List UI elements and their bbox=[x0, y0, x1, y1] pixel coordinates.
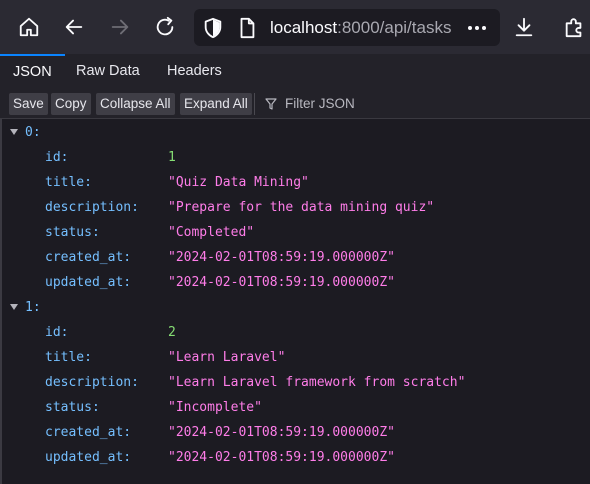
json-value: "Incomplete" bbox=[168, 400, 262, 415]
json-key: status: bbox=[45, 400, 100, 415]
json-value: "2024-02-01T08:59:19.000000Z" bbox=[168, 425, 395, 440]
json-value: 1 bbox=[168, 150, 176, 165]
json-key: title: bbox=[45, 350, 92, 365]
tree-row[interactable]: id: 2 bbox=[0, 320, 590, 345]
tree-row-index-1[interactable]: 1: bbox=[0, 295, 590, 320]
json-value: "Learn Laravel framework from scratch" bbox=[168, 375, 466, 390]
json-key: id: bbox=[45, 325, 69, 340]
tree-row[interactable]: description: "Prepare for the data minin… bbox=[0, 195, 590, 220]
json-key: description: bbox=[45, 375, 139, 390]
tree-row[interactable]: created_at: "2024-02-01T08:59:19.000000Z… bbox=[0, 420, 590, 445]
browser-toolbar: localhost:8000/api/tasks bbox=[0, 0, 590, 54]
downloads-button[interactable] bbox=[506, 9, 542, 45]
json-key: id: bbox=[45, 150, 69, 165]
tree-row[interactable]: status: "Completed" bbox=[0, 220, 590, 245]
shield-icon[interactable] bbox=[202, 17, 224, 39]
array-index: 0: bbox=[25, 125, 41, 140]
tree-row[interactable]: id: 1 bbox=[0, 145, 590, 170]
json-value: "Learn Laravel" bbox=[168, 350, 286, 365]
json-tree: 0: id: 1 title: "Quiz Data Mining" descr… bbox=[0, 119, 590, 484]
arrow-left-icon bbox=[65, 19, 83, 35]
tree-row-index-0[interactable]: 0: bbox=[0, 120, 590, 145]
arrow-right-icon bbox=[111, 19, 129, 35]
json-key: description: bbox=[45, 200, 139, 215]
collapse-all-button[interactable]: Collapse All bbox=[96, 93, 175, 115]
json-value: "Completed" bbox=[168, 225, 255, 240]
expand-toggle-icon[interactable] bbox=[10, 129, 18, 135]
page-icon[interactable] bbox=[236, 17, 258, 39]
array-index: 1: bbox=[25, 300, 41, 315]
json-key: created_at: bbox=[45, 425, 132, 440]
tab-headers[interactable]: Headers bbox=[154, 54, 235, 90]
viewer-tabs: JSON Raw Data Headers bbox=[0, 54, 590, 91]
download-icon bbox=[515, 17, 533, 37]
url-path: :8000/api/tasks bbox=[337, 18, 452, 37]
json-value: "Prepare for the data mining quiz" bbox=[168, 200, 435, 215]
url-host: localhost bbox=[270, 18, 338, 37]
json-key: updated_at: bbox=[45, 450, 132, 465]
tree-row[interactable]: status: "Incomplete" bbox=[0, 395, 590, 420]
save-button[interactable]: Save bbox=[9, 93, 48, 115]
puzzle-icon bbox=[565, 18, 582, 38]
reload-icon bbox=[156, 16, 174, 36]
filter-json-input[interactable]: Filter JSON bbox=[254, 93, 355, 115]
json-value: "2024-02-01T08:59:19.000000Z" bbox=[168, 275, 395, 290]
json-action-bar: Save Copy Collapse All Expand All Filter… bbox=[0, 90, 590, 119]
tree-row[interactable]: title: "Learn Laravel" bbox=[0, 345, 590, 370]
more-actions-icon[interactable] bbox=[464, 15, 490, 41]
tree-row[interactable]: title: "Quiz Data Mining" bbox=[0, 170, 590, 195]
expand-all-button[interactable]: Expand All bbox=[180, 93, 252, 115]
extensions-button[interactable] bbox=[556, 9, 590, 45]
back-button[interactable] bbox=[56, 9, 92, 45]
tab-json[interactable]: JSON bbox=[0, 54, 65, 90]
tree-row[interactable]: updated_at: "2024-02-01T08:59:19.000000Z… bbox=[0, 445, 590, 470]
copy-button[interactable]: Copy bbox=[51, 93, 91, 115]
tab-raw-data[interactable]: Raw Data bbox=[63, 54, 153, 90]
json-value: "2024-02-01T08:59:19.000000Z" bbox=[168, 450, 395, 465]
home-icon bbox=[19, 17, 39, 37]
json-key: status: bbox=[45, 225, 100, 240]
json-key: updated_at: bbox=[45, 275, 132, 290]
json-key: created_at: bbox=[45, 250, 132, 265]
json-value: "Quiz Data Mining" bbox=[168, 175, 309, 190]
tree-row[interactable]: updated_at: "2024-02-01T08:59:19.000000Z… bbox=[0, 270, 590, 295]
filter-icon bbox=[265, 98, 277, 110]
json-value: "2024-02-01T08:59:19.000000Z" bbox=[168, 250, 395, 265]
tree-row[interactable]: created_at: "2024-02-01T08:59:19.000000Z… bbox=[0, 245, 590, 270]
address-bar[interactable]: localhost:8000/api/tasks bbox=[194, 9, 500, 46]
forward-button[interactable] bbox=[102, 9, 138, 45]
json-key: title: bbox=[45, 175, 92, 190]
reload-button[interactable] bbox=[147, 9, 183, 45]
filter-placeholder: Filter JSON bbox=[285, 96, 355, 111]
tree-row[interactable]: description: "Learn Laravel framework fr… bbox=[0, 370, 590, 395]
expand-toggle-icon[interactable] bbox=[10, 304, 18, 310]
json-value: 2 bbox=[168, 325, 176, 340]
url-text[interactable]: localhost:8000/api/tasks bbox=[270, 18, 451, 38]
home-button[interactable] bbox=[11, 9, 47, 45]
